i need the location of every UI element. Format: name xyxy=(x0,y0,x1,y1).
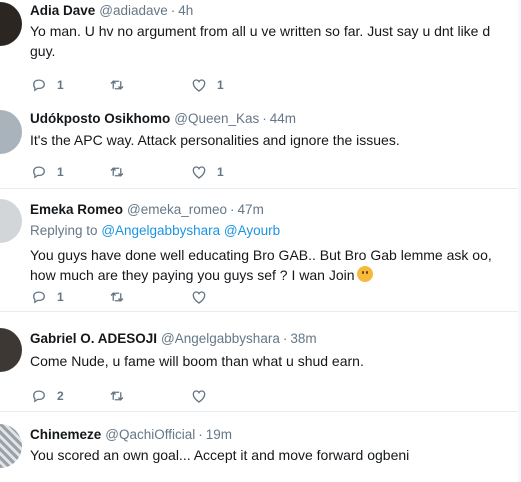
reply-count: 2 xyxy=(57,389,64,403)
avatar[interactable] xyxy=(0,424,22,468)
tweet-header: Udókposto Osikhomo @Queen_Kas · 44m xyxy=(30,110,296,128)
tweet-header: Chinemeze @QachiOfficial · 19m xyxy=(30,426,232,444)
like-button[interactable] xyxy=(190,287,217,307)
avatar[interactable] xyxy=(0,110,22,154)
tweet[interactable]: Chinemeze @QachiOfficial · 19m You scored a… xyxy=(0,412,521,482)
username[interactable]: @adiadave xyxy=(99,3,168,18)
separator: · xyxy=(230,202,235,217)
timestamp[interactable]: 44m xyxy=(270,111,296,126)
heart-icon xyxy=(192,79,206,92)
avatar[interactable] xyxy=(0,199,22,243)
reply-count: 1 xyxy=(57,165,64,179)
separator: · xyxy=(170,3,176,18)
tweet-header: Gabriel O. ADESOJI @Angelgabbyshara · 38m xyxy=(30,330,317,348)
separator: · xyxy=(282,331,288,346)
display-name[interactable]: Udókposto Osikhomo xyxy=(30,111,170,126)
heart-icon xyxy=(192,390,206,403)
tweet-header: Adia Dave @adiadave · 4h xyxy=(30,2,193,20)
mention-link[interactable]: @Angelgabbyshara xyxy=(101,223,220,238)
tweet-text: Come Nude, u fame will boom than what u … xyxy=(30,353,364,369)
username[interactable]: @Queen_Kas xyxy=(174,111,259,126)
username[interactable]: @emeka_romeo xyxy=(127,202,227,217)
reply-count: 1 xyxy=(57,78,64,92)
username[interactable]: @Angelgabbyshara xyxy=(161,331,280,346)
username[interactable]: @QachiOfficial xyxy=(105,427,195,442)
tweet-actions: 1 1 xyxy=(30,162,330,182)
tweet-text: Yo man. U hv no argument from all u ve w… xyxy=(30,23,491,59)
tweet-text-body: You guys have done well educating Bro GA… xyxy=(30,247,492,283)
reply-icon xyxy=(33,166,45,179)
tweet-header: Emeka Romeo @emeka_romeo · 47m xyxy=(30,201,264,219)
tweet-actions: 2 xyxy=(30,386,330,406)
reply-button[interactable]: 2 xyxy=(30,386,64,406)
separator: · xyxy=(198,427,203,442)
mention-link[interactable]: @Ayourb xyxy=(224,223,280,238)
retweet-button[interactable] xyxy=(108,75,135,95)
avatar[interactable] xyxy=(0,2,22,46)
timestamp[interactable]: 47m xyxy=(238,202,264,217)
retweet-button[interactable] xyxy=(108,386,135,406)
reply-icon xyxy=(33,390,45,403)
heart-icon xyxy=(192,166,206,179)
tweet-actions: 1 1 xyxy=(30,75,330,95)
display-name[interactable]: Chinemeze xyxy=(30,427,101,442)
like-count: 1 xyxy=(217,78,224,92)
retweet-icon xyxy=(110,80,124,90)
heart-icon xyxy=(192,291,206,304)
replying-to: Replying to @Angelgabbyshara @Ayourb xyxy=(30,222,280,240)
timestamp[interactable]: 38m xyxy=(290,331,316,346)
tweet-text: You guys have done well educating Bro GA… xyxy=(30,245,503,285)
reply-button[interactable]: 1 xyxy=(30,287,64,307)
reply-icon xyxy=(33,79,45,92)
reply-count: 1 xyxy=(57,290,64,304)
retweet-button[interactable] xyxy=(108,162,135,182)
reply-icon xyxy=(33,291,45,304)
separator: · xyxy=(262,111,267,126)
tweet[interactable]: Gabriel O. ADESOJI @Angelgabbyshara · 38m C… xyxy=(0,312,521,412)
reply-button[interactable]: 1 xyxy=(30,75,64,95)
like-button[interactable] xyxy=(190,386,217,406)
timestamp[interactable]: 19m xyxy=(206,427,232,442)
like-count: 1 xyxy=(217,165,224,179)
display-name[interactable]: Adia Dave xyxy=(30,3,95,18)
tweet[interactable]: Emeka Romeo @emeka_romeo · 47m Replying to … xyxy=(0,189,521,312)
retweet-icon xyxy=(110,391,124,401)
avatar[interactable] xyxy=(0,328,22,372)
tweet[interactable]: Udókposto Osikhomo @Queen_Kas · 44m It's th… xyxy=(0,102,521,189)
reply-button[interactable]: 1 xyxy=(30,162,64,182)
replying-to-label: Replying to xyxy=(30,223,98,238)
tweet[interactable]: Adia Dave @adiadave · 4h Yo man. U hv no ar… xyxy=(0,0,521,103)
retweet-icon xyxy=(110,167,124,177)
like-button[interactable]: 1 xyxy=(190,75,224,95)
hugging-face-emoji xyxy=(356,266,373,282)
timestamp[interactable]: 4h xyxy=(178,3,193,18)
tweet-actions: 1 xyxy=(30,287,330,307)
tweet-text: It's the APC way. Attack personalities a… xyxy=(30,132,400,148)
display-name[interactable]: Emeka Romeo xyxy=(30,202,123,217)
tweet-text: You scored an own goal... Accept it and … xyxy=(30,447,410,463)
like-button[interactable]: 1 xyxy=(190,162,224,182)
retweet-icon xyxy=(110,292,124,302)
retweet-button[interactable] xyxy=(108,287,135,307)
display-name[interactable]: Gabriel O. ADESOJI xyxy=(30,331,157,346)
